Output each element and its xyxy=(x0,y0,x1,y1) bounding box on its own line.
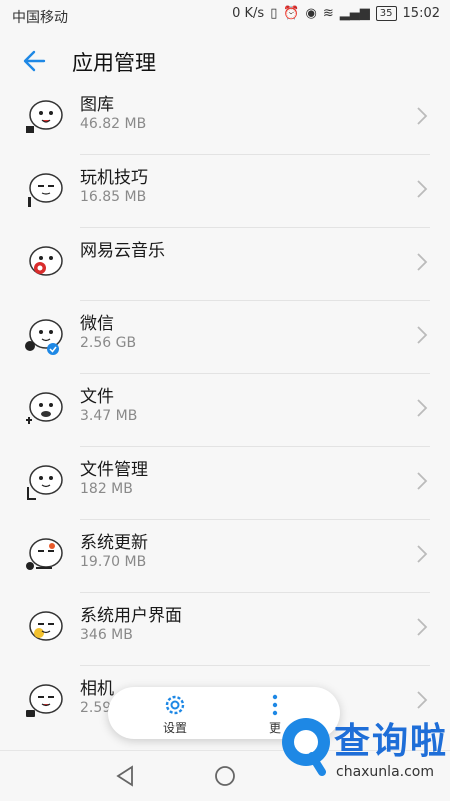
chevron-right-icon xyxy=(417,618,428,636)
app-size: 46.82 MB xyxy=(80,116,147,132)
watermark-logo: 查询啦 chaxunla.com xyxy=(272,706,450,796)
list-item[interactable]: 玩机技巧 16.85 MB xyxy=(0,155,450,228)
chevron-right-icon xyxy=(417,399,428,417)
magnifier-logo-icon xyxy=(282,718,330,776)
watermark-url: chaxunla.com xyxy=(336,764,434,780)
chevron-right-icon xyxy=(417,253,428,271)
settings-button[interactable]: 设置 xyxy=(145,691,205,735)
app-size: 16.85 MB xyxy=(80,189,147,205)
list-item[interactable]: 网易云音乐 xyxy=(0,228,450,301)
app-name: 系统更新 xyxy=(80,533,148,553)
list-item[interactable]: 文件管理 182 MB xyxy=(0,447,450,520)
alarm-icon: ⏰ xyxy=(283,6,300,21)
page-title: 应用管理 xyxy=(72,51,156,75)
app-list: 图库 46.82 MB 玩机技巧 16.85 MB 网易云音乐 微信 2.56 … xyxy=(0,90,450,750)
chevron-right-icon xyxy=(417,472,428,490)
wifi-icon: ≋ xyxy=(322,6,334,21)
app-avatar-icon xyxy=(26,538,63,570)
eye-icon: ◉ xyxy=(305,6,317,21)
clock: 15:02 xyxy=(402,6,440,21)
app-name: 相机 xyxy=(80,679,114,699)
app-name: 网易云音乐 xyxy=(80,241,165,261)
network-speed: 0 K/s xyxy=(232,6,265,21)
chevron-right-icon xyxy=(417,180,428,198)
battery-icon: 35 xyxy=(375,6,397,21)
back-triangle-icon[interactable] xyxy=(112,763,138,789)
app-avatar-icon xyxy=(29,246,63,276)
list-item[interactable]: 系统用户界面 346 MB xyxy=(0,593,450,666)
list-item[interactable]: 图库 46.82 MB xyxy=(0,90,450,155)
gear-icon xyxy=(165,695,185,715)
chevron-right-icon xyxy=(417,545,428,563)
app-size: 182 MB xyxy=(80,481,133,497)
app-name: 系统用户界面 xyxy=(80,606,182,626)
app-size: 346 MB xyxy=(80,627,133,643)
chevron-right-icon xyxy=(417,326,428,344)
chevron-right-icon xyxy=(417,107,428,125)
watermark-text: 查询啦 xyxy=(334,721,449,762)
list-item[interactable]: 系统更新 19.70 MB xyxy=(0,520,450,593)
app-header: 应用管理 xyxy=(0,32,450,90)
app-avatar-icon xyxy=(28,173,63,207)
app-name: 文件管理 xyxy=(80,460,148,480)
app-avatar-icon xyxy=(26,684,63,717)
app-size: 19.70 MB xyxy=(80,554,147,570)
settings-label: 设置 xyxy=(162,721,187,735)
app-size: 3.47 MB xyxy=(80,408,138,424)
status-bar: 中国移动 0 K/s ▯ ⏰ ◉ ≋ ▂▄▆ 35 15:02 xyxy=(0,0,450,32)
app-avatar-icon xyxy=(26,392,63,424)
app-name: 图库 xyxy=(80,95,114,115)
list-item[interactable]: 文件 3.47 MB xyxy=(0,374,450,447)
carrier-label: 中国移动 xyxy=(12,10,68,26)
back-arrow-icon[interactable] xyxy=(20,46,50,76)
app-name: 玩机技巧 xyxy=(80,168,148,188)
home-circle-icon[interactable] xyxy=(212,763,238,789)
app-avatar-icon xyxy=(27,465,63,500)
app-avatar-icon xyxy=(25,319,63,355)
app-name: 微信 xyxy=(80,314,114,334)
app-avatar-icon xyxy=(29,611,63,641)
vibrate-icon: ▯ xyxy=(270,6,278,21)
signal-4g-icon: ▂▄▆ xyxy=(339,6,370,21)
app-name: 文件 xyxy=(80,387,114,407)
app-avatar-icon xyxy=(26,100,63,133)
list-item[interactable]: 微信 2.56 GB xyxy=(0,301,450,374)
app-size: 2.56 GB xyxy=(80,335,137,351)
